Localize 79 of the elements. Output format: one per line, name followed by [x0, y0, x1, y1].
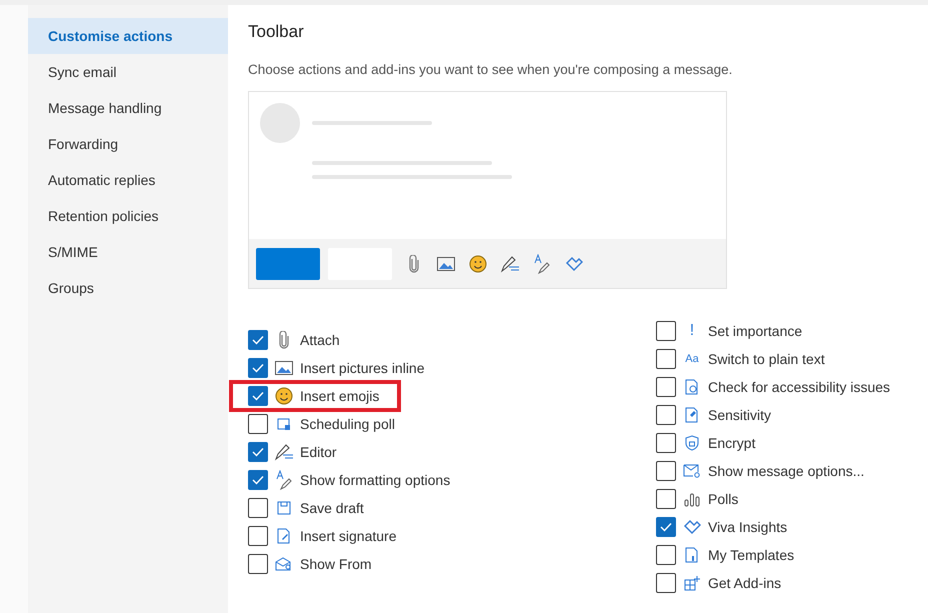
checkbox[interactable]	[656, 377, 676, 397]
option-label: Sensitivity	[708, 407, 772, 423]
checkbox[interactable]	[656, 349, 676, 369]
sidebar-item[interactable]: S/MIME	[28, 234, 228, 270]
document-clock-icon	[685, 379, 699, 395]
heart-check-icon	[683, 519, 701, 535]
smiley-icon	[469, 254, 487, 272]
checkbox[interactable]	[248, 414, 268, 434]
checkbox[interactable]	[656, 517, 676, 537]
checkbox[interactable]	[656, 489, 676, 509]
check-icon	[660, 522, 672, 532]
option-label: Encrypt	[708, 435, 756, 451]
envelope-gear-icon	[683, 464, 701, 478]
icon-glyph: !	[690, 322, 694, 340]
icon-glyph: Aa	[685, 353, 699, 365]
picture-icon	[275, 361, 293, 375]
paperclip-icon	[279, 331, 289, 349]
checkbox[interactable]	[656, 321, 676, 341]
option-label: Show message options...	[708, 463, 864, 479]
checkbox[interactable]	[248, 498, 268, 518]
picture-icon	[437, 256, 455, 270]
option-label: Scheduling poll	[300, 416, 395, 432]
heart-check-icon	[565, 256, 583, 272]
checkbox[interactable]	[656, 545, 676, 565]
section-description: Choose actions and add-ins you want to see when you're composing a message.	[248, 62, 734, 77]
document-icon	[685, 547, 699, 563]
bar-chart-icon	[684, 491, 700, 507]
check-icon	[252, 447, 264, 457]
option-label: Polls	[708, 491, 738, 507]
option-label: Save draft	[300, 500, 364, 516]
checkbox[interactable]	[248, 470, 268, 490]
sidebar-item[interactable]: Message handling	[28, 90, 228, 126]
pen-icon	[274, 443, 294, 461]
option-label: Viva Insights	[708, 519, 788, 535]
document-tag-icon	[685, 407, 699, 423]
send-button-placeholder	[256, 248, 320, 280]
grid-plus-icon	[684, 575, 700, 591]
calendar-icon	[277, 417, 291, 431]
option-label: Check for accessibility issues	[708, 379, 890, 395]
option-label: My Templates	[708, 547, 794, 563]
option-label: Attach	[300, 332, 340, 348]
check-icon	[252, 391, 264, 401]
option-label: Show formatting options	[300, 472, 450, 488]
sidebar-item[interactable]: Sync email	[28, 54, 228, 90]
section-title: Toolbar	[248, 22, 305, 43]
option-label: Insert signature	[300, 528, 396, 544]
envelope-person-icon	[275, 557, 293, 571]
check-icon	[252, 363, 264, 373]
option-label: Editor	[300, 444, 337, 460]
option-label: Insert pictures inline	[300, 360, 425, 376]
check-icon	[252, 475, 264, 485]
option-label: Insert emojis	[300, 388, 380, 404]
format-icon	[276, 470, 292, 490]
document-pen-icon	[277, 528, 291, 544]
sidebar-item[interactable]: Customise actions	[28, 18, 228, 54]
shield-lock-icon	[685, 435, 699, 451]
checkbox[interactable]	[248, 554, 268, 574]
sidebar-item[interactable]: Retention policies	[28, 198, 228, 234]
option-label: Get Add-ins	[708, 575, 782, 591]
paperclip-icon	[409, 254, 419, 272]
option-label: Set importance	[708, 323, 802, 339]
checkbox[interactable]	[248, 330, 268, 350]
smiley-icon	[275, 387, 293, 405]
pen-icon	[500, 254, 520, 272]
sidebar-item[interactable]: Automatic replies	[28, 162, 228, 198]
checkbox[interactable]	[656, 405, 676, 425]
sidebar-item[interactable]: Forwarding	[28, 126, 228, 162]
format-icon	[534, 254, 550, 274]
checkbox[interactable]	[656, 461, 676, 481]
option-label: Switch to plain text	[708, 351, 825, 367]
check-icon	[252, 335, 264, 345]
sidebar-item[interactable]: Groups	[28, 270, 228, 306]
checkbox[interactable]	[248, 442, 268, 462]
checkbox[interactable]	[248, 386, 268, 406]
checkbox[interactable]	[248, 358, 268, 378]
option-label: Show From	[300, 556, 372, 572]
checkbox[interactable]	[248, 526, 268, 546]
checkbox[interactable]	[656, 433, 676, 453]
checkbox[interactable]	[656, 573, 676, 593]
